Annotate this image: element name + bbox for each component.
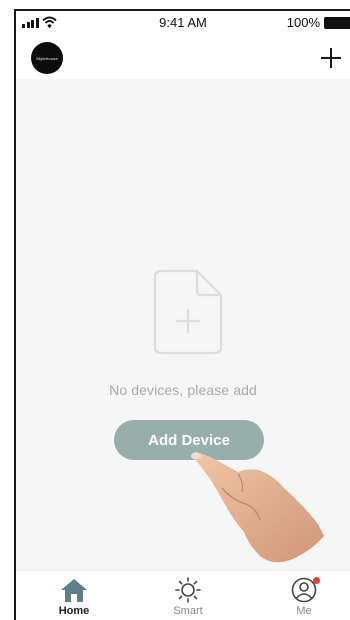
plus-icon[interactable]	[320, 47, 342, 69]
sun-icon	[175, 577, 201, 603]
status-bar: 9:41 AM 100%	[16, 11, 350, 35]
add-document-icon	[153, 269, 223, 355]
pointing-hand-icon	[191, 452, 324, 563]
tab-smart[interactable]: Smart	[158, 577, 218, 617]
tab-me-label: Me	[296, 605, 312, 617]
brand-logo-text: Stylehouse	[36, 55, 58, 61]
phone-screen: 9:41 AM 100% Stylehouse No devices, plea…	[14, 9, 350, 620]
notification-badge	[313, 577, 320, 584]
brand-logo[interactable]: Stylehouse	[31, 42, 63, 74]
bottom-tab-bar: Home Smart Me	[16, 570, 350, 620]
tab-me[interactable]: Me	[274, 577, 334, 617]
battery-status: 100%	[287, 15, 350, 30]
header: Stylehouse	[16, 35, 350, 79]
tab-home-label: Home	[58, 605, 90, 617]
battery-percent: 100%	[286, 15, 320, 30]
battery-icon	[324, 16, 350, 29]
tab-home[interactable]: Home	[44, 577, 104, 617]
tab-smart-label: Smart	[173, 605, 203, 617]
add-device-button[interactable]: Add Device	[114, 420, 264, 460]
empty-state-message: No devices, please add	[109, 382, 257, 398]
home-icon	[61, 579, 87, 602]
